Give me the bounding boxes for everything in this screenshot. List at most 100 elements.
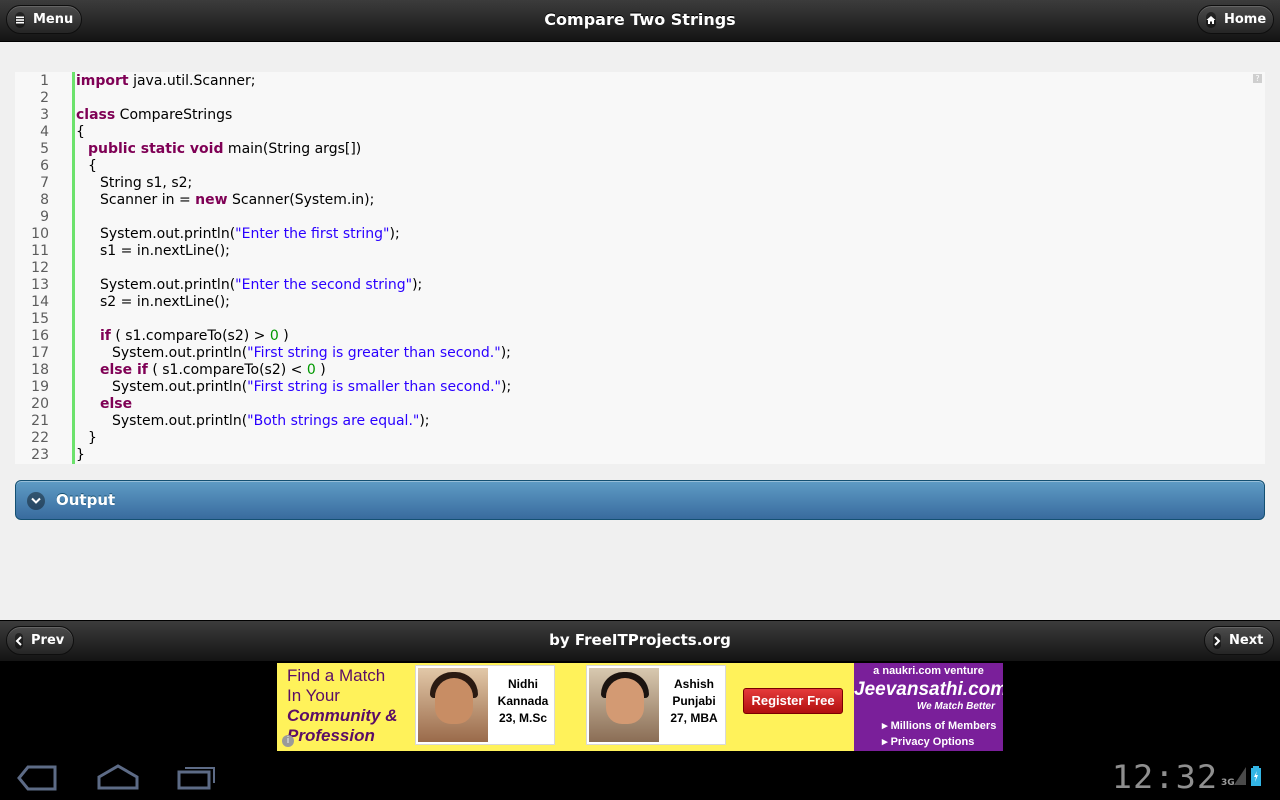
ad-brand-panel: a naukri.com venture Jeevansathi.com We … bbox=[854, 663, 1003, 751]
home-icon bbox=[1206, 11, 1216, 28]
code-line: public static void main(String args[]) bbox=[88, 141, 361, 158]
next-label: Next bbox=[1229, 633, 1264, 648]
code-viewer[interactable]: ? 1 import java.util.Scanner; 2 3 class Comp… bbox=[15, 72, 1265, 464]
ad-headline-line4: Profession bbox=[287, 726, 375, 745]
code-string: "Both strings are equal." bbox=[247, 413, 420, 429]
line-number: 5 bbox=[40, 141, 49, 157]
code-keyword: import bbox=[76, 73, 129, 89]
signal-icon bbox=[1234, 767, 1246, 789]
register-free-button[interactable]: Register Free bbox=[743, 688, 843, 714]
code-line: System.out.println("Enter the second str… bbox=[100, 277, 422, 294]
code-text: ); bbox=[419, 413, 430, 429]
ad-tagline: We Match Better bbox=[916, 701, 995, 712]
code-keyword: public static void bbox=[88, 141, 224, 157]
code-text: } bbox=[88, 430, 97, 446]
profile-name: Nidhi bbox=[508, 677, 538, 691]
back-icon[interactable] bbox=[16, 764, 58, 796]
profile-name: Ashish bbox=[673, 677, 714, 691]
code-text: ) bbox=[315, 362, 326, 378]
line-number: 12 bbox=[31, 260, 49, 276]
code-line: else bbox=[100, 396, 132, 413]
code-keyword: if bbox=[100, 328, 111, 344]
profile-details: 23, M.Sc bbox=[498, 711, 548, 725]
output-collapsible[interactable]: Output bbox=[15, 480, 1265, 520]
code-text: System.out.println( bbox=[112, 413, 248, 429]
code-text: java.util.Scanner; bbox=[128, 73, 256, 89]
profile-community: Punjabi bbox=[672, 694, 716, 708]
code-keyword: class bbox=[76, 107, 116, 123]
line-number: 9 bbox=[40, 209, 49, 225]
line-number: 15 bbox=[31, 311, 49, 327]
home-nav-icon[interactable] bbox=[96, 763, 140, 795]
recent-apps-icon[interactable] bbox=[177, 764, 217, 794]
code-keyword: new bbox=[195, 192, 228, 208]
profile-photo bbox=[418, 668, 488, 742]
home-label: Home bbox=[1224, 12, 1267, 27]
code-line: s2 = in.nextLine(); bbox=[100, 294, 230, 311]
ad-bullet: ▸ Privacy Options bbox=[882, 736, 975, 748]
ad-headline-line2: In Your bbox=[287, 686, 340, 705]
code-text: main(String args[]) bbox=[223, 141, 362, 157]
footer-title: by FreeITProjects.org bbox=[549, 631, 731, 649]
home-button[interactable]: Home bbox=[1197, 5, 1274, 34]
code-string: "First string is greater than second." bbox=[247, 345, 501, 361]
code-string: "Enter the first string" bbox=[235, 226, 390, 242]
profile-community: Kannada bbox=[497, 694, 549, 708]
output-label: Output bbox=[56, 491, 116, 509]
code-text: ( s1.compareTo(s2) > bbox=[110, 328, 270, 344]
code-line: Scanner in = new Scanner(System.in); bbox=[100, 192, 374, 209]
code-line: { bbox=[76, 124, 85, 141]
code-text: } bbox=[76, 447, 85, 463]
ad-bullet: ▸ Millions of Members bbox=[882, 720, 997, 732]
code-line: { bbox=[88, 158, 97, 175]
code-text: System.out.println( bbox=[112, 379, 248, 395]
line-number: 8 bbox=[40, 192, 49, 208]
code-text: System.out.println( bbox=[112, 345, 248, 361]
line-number: 18 bbox=[31, 362, 49, 378]
code-number: 0 bbox=[306, 362, 316, 378]
code-string: "Enter the second string" bbox=[235, 277, 413, 293]
code-text: System.out.println( bbox=[100, 226, 236, 242]
code-line: class CompareStrings bbox=[76, 107, 232, 124]
line-number: 20 bbox=[31, 396, 49, 412]
line-number: 1 bbox=[40, 73, 49, 89]
profile-details: 27, MBA bbox=[670, 711, 718, 725]
line-number: 13 bbox=[31, 277, 49, 293]
chevron-right-icon bbox=[1213, 632, 1221, 649]
ad-banner[interactable]: Find a Match In Your Community & Profess… bbox=[277, 663, 1003, 751]
code-text: Scanner(System.in); bbox=[227, 192, 375, 208]
code-text: ); bbox=[389, 226, 400, 242]
ad-headline-line1: Find a Match bbox=[287, 666, 386, 685]
code-line: else if ( s1.compareTo(s2) < 0 ) bbox=[100, 362, 326, 379]
code-line: System.out.println("Both strings are equ… bbox=[112, 413, 430, 430]
next-button[interactable]: Next bbox=[1204, 626, 1274, 655]
code-string: "First string is smaller than second." bbox=[247, 379, 501, 395]
code-line: } bbox=[76, 447, 85, 464]
ad-info-icon[interactable]: i bbox=[282, 735, 294, 747]
code-line: import java.util.Scanner; bbox=[76, 73, 255, 90]
clock: 12:32 bbox=[1111, 758, 1219, 796]
code-line: } bbox=[88, 430, 97, 447]
help-icon[interactable]: ? bbox=[1253, 74, 1262, 83]
line-number: 11 bbox=[31, 243, 49, 259]
line-number: 7 bbox=[40, 175, 49, 191]
line-number: 17 bbox=[31, 345, 49, 361]
line-number: 3 bbox=[40, 107, 49, 123]
ad-profile-card: Nidhi Kannada 23, M.Sc bbox=[415, 665, 555, 745]
ad-venture: a naukri.com venture bbox=[873, 665, 984, 677]
line-number: 4 bbox=[40, 124, 49, 140]
ad-headline-line3: Community & bbox=[287, 706, 398, 725]
code-text: ); bbox=[500, 379, 512, 395]
code-text: { bbox=[88, 158, 97, 174]
ad-headline: Find a Match In Your Community & Profess… bbox=[287, 666, 417, 746]
code-text: CompareStrings bbox=[115, 107, 233, 123]
code-text: ( s1.compareTo(s2) < bbox=[147, 362, 307, 378]
line-number: 6 bbox=[40, 158, 49, 174]
line-number: 14 bbox=[31, 294, 49, 310]
code-line: System.out.println("Enter the first stri… bbox=[100, 226, 400, 243]
line-number: 10 bbox=[31, 226, 49, 242]
page-title: Compare Two Strings bbox=[544, 10, 736, 29]
system-bar: 12:32 3G bbox=[0, 752, 1280, 800]
code-text: ); bbox=[500, 345, 511, 361]
code-keyword: else bbox=[100, 396, 133, 412]
